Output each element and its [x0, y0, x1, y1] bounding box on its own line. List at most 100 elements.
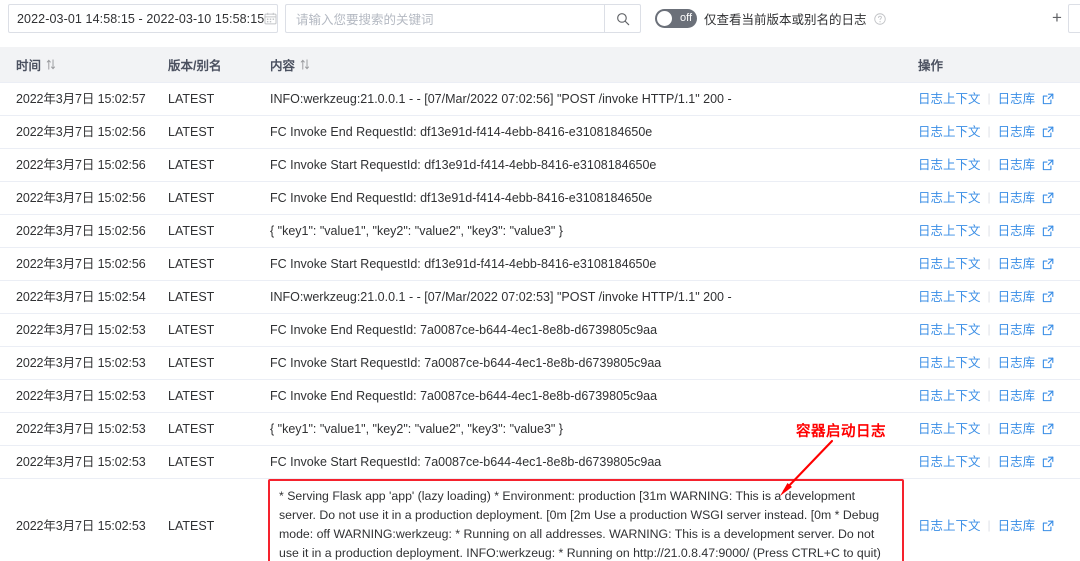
log-context-link[interactable]: 日志上下文	[918, 387, 981, 405]
log-store-link[interactable]: 日志库	[998, 354, 1036, 372]
date-range-picker[interactable]: 2022-03-01 14:58:15 - 2022-03-10 15:58:1…	[8, 4, 278, 33]
date-range-value: 2022-03-01 14:58:15 - 2022-03-10 15:58:1…	[17, 11, 265, 26]
table-row: 2022年3月7日 15:02:57 LATEST INFO:werkzeug:21…	[0, 83, 1080, 116]
log-context-link[interactable]: 日志上下文	[918, 288, 981, 306]
cell-actions: 日志上下文 | 日志库	[918, 90, 1080, 108]
external-link-icon[interactable]	[1042, 93, 1054, 105]
action-separator: |	[987, 517, 991, 532]
external-link-icon[interactable]	[1042, 520, 1054, 532]
log-context-link[interactable]: 日志上下文	[918, 453, 981, 471]
log-store-link[interactable]: 日志库	[998, 420, 1036, 438]
cell-time: 2022年3月7日 15:02:53	[16, 518, 146, 533]
log-context-link[interactable]: 日志上下文	[918, 354, 981, 372]
cell-version: LATEST	[168, 190, 215, 205]
column-header-version: 版本/别名	[168, 55, 270, 74]
column-header-time-label: 时间	[16, 59, 42, 73]
sort-icon[interactable]	[46, 59, 56, 70]
cell-content: FC Invoke End RequestId: 7a0087ce-b644-4…	[270, 322, 658, 337]
table-row: 2022年3月7日 15:02:53 LATEST * Serving Flask …	[0, 479, 1080, 561]
cell-time: 2022年3月7日 15:02:56	[16, 157, 146, 172]
external-link-icon[interactable]	[1042, 225, 1054, 237]
table-row: 2022年3月7日 15:02:53 LATEST FC Invoke End Re…	[0, 380, 1080, 413]
cell-version: LATEST	[168, 518, 215, 533]
search-icon	[616, 12, 629, 25]
log-store-link[interactable]: 日志库	[998, 321, 1036, 339]
action-separator: |	[987, 157, 991, 172]
cell-content: FC Invoke End RequestId: df13e91d-f414-4…	[270, 124, 653, 139]
column-header-content-label: 内容	[270, 59, 296, 73]
cell-content: FC Invoke Start RequestId: df13e91d-f414…	[270, 157, 657, 172]
log-store-link[interactable]: 日志库	[998, 222, 1036, 240]
action-separator: |	[987, 322, 991, 337]
cell-actions: 日志上下文 | 日志库	[918, 255, 1080, 273]
log-context-link[interactable]: 日志上下文	[918, 517, 981, 535]
table-row: 2022年3月7日 15:02:56 LATEST FC Invoke Start …	[0, 149, 1080, 182]
log-store-link[interactable]: 日志库	[998, 156, 1036, 174]
cell-content: FC Invoke Start RequestId: df13e91d-f414…	[270, 256, 657, 271]
cell-actions: 日志上下文 | 日志库	[918, 453, 1080, 471]
search-button[interactable]	[604, 4, 641, 33]
cell-time: 2022年3月7日 15:02:53	[16, 322, 146, 337]
cell-time: 2022年3月7日 15:02:53	[16, 454, 146, 469]
external-link-icon[interactable]	[1042, 324, 1054, 336]
table-row: 2022年3月7日 15:02:56 LATEST FC Invoke End Re…	[0, 182, 1080, 215]
external-link-icon[interactable]	[1042, 357, 1054, 369]
log-table: 时间 版本/别名 内容 操作 2022年3月7日 15:02:57 LATEST…	[0, 47, 1080, 561]
action-separator: |	[987, 454, 991, 469]
log-store-link[interactable]: 日志库	[998, 189, 1036, 207]
action-separator: |	[987, 388, 991, 403]
log-context-link[interactable]: 日志上下文	[918, 189, 981, 207]
external-link-icon[interactable]	[1042, 456, 1054, 468]
action-separator: |	[987, 91, 991, 106]
toggle-state-label: off	[679, 12, 692, 24]
overflow-control-box[interactable]	[1068, 4, 1080, 33]
log-context-link[interactable]: 日志上下文	[918, 156, 981, 174]
cell-actions: 日志上下文 | 日志库	[918, 189, 1080, 207]
log-context-link[interactable]: 日志上下文	[918, 255, 981, 273]
external-link-icon[interactable]	[1042, 192, 1054, 204]
column-header-version-label: 版本/别名	[168, 59, 222, 73]
add-filter-button[interactable]: +	[1052, 9, 1062, 26]
external-link-icon[interactable]	[1042, 258, 1054, 270]
log-context-link[interactable]: 日志上下文	[918, 90, 981, 108]
action-separator: |	[987, 256, 991, 271]
cell-time: 2022年3月7日 15:02:53	[16, 421, 146, 436]
cell-time: 2022年3月7日 15:02:56	[16, 124, 146, 139]
table-header-row: 时间 版本/别名 内容 操作	[0, 47, 1080, 83]
cell-content: FC Invoke End RequestId: df13e91d-f414-4…	[270, 190, 653, 205]
action-separator: |	[987, 289, 991, 304]
log-store-link[interactable]: 日志库	[998, 123, 1036, 141]
cell-version: LATEST	[168, 322, 215, 337]
external-link-icon[interactable]	[1042, 291, 1054, 303]
log-store-link[interactable]: 日志库	[998, 255, 1036, 273]
search-input[interactable]: 请输入您要搜索的关键词	[285, 4, 604, 33]
external-link-icon[interactable]	[1042, 126, 1054, 138]
external-link-icon[interactable]	[1042, 423, 1054, 435]
log-store-link[interactable]: 日志库	[998, 517, 1036, 535]
sort-icon[interactable]	[300, 59, 310, 70]
cell-content: INFO:werkzeug:21.0.0.1 - - [07/Mar/2022 …	[270, 289, 732, 304]
log-context-link[interactable]: 日志上下文	[918, 420, 981, 438]
log-store-link[interactable]: 日志库	[998, 387, 1036, 405]
cell-actions: 日志上下文 | 日志库	[918, 420, 1080, 438]
log-context-link[interactable]: 日志上下文	[918, 222, 981, 240]
log-store-link[interactable]: 日志库	[998, 90, 1036, 108]
cell-version: LATEST	[168, 256, 215, 271]
cell-content: FC Invoke Start RequestId: 7a0087ce-b644…	[270, 454, 662, 469]
external-link-icon[interactable]	[1042, 159, 1054, 171]
column-header-content[interactable]: 内容	[270, 55, 918, 74]
external-link-icon[interactable]	[1042, 390, 1054, 402]
log-store-link[interactable]: 日志库	[998, 288, 1036, 306]
log-store-link[interactable]: 日志库	[998, 453, 1036, 471]
cell-actions: 日志上下文 | 日志库	[918, 156, 1080, 174]
column-header-time[interactable]: 时间	[0, 55, 168, 74]
cell-actions: 日志上下文 | 日志库	[918, 123, 1080, 141]
version-filter-toggle[interactable]: off	[655, 9, 697, 28]
question-circle-icon[interactable]	[873, 12, 886, 25]
log-context-link[interactable]: 日志上下文	[918, 321, 981, 339]
table-body: 2022年3月7日 15:02:57 LATEST INFO:werkzeug:21…	[0, 83, 1080, 561]
cell-actions: 日志上下文 | 日志库	[918, 321, 1080, 339]
cell-actions: 日志上下文 | 日志库	[918, 517, 1080, 535]
log-context-link[interactable]: 日志上下文	[918, 123, 981, 141]
highlighted-log-message: * Serving Flask app 'app' (lazy loading)…	[268, 479, 904, 561]
